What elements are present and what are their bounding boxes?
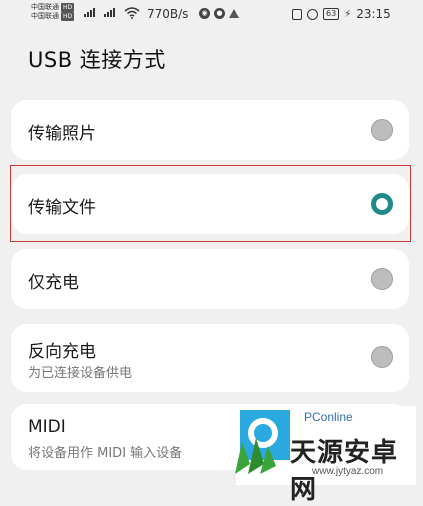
option-label: 反向充电	[28, 342, 96, 362]
hd-badge: HD	[61, 3, 75, 12]
android-logo	[235, 438, 276, 474]
charging-icon: ⚡	[344, 8, 352, 20]
option-subtitle: 将设备用作 MIDI 输入设备	[28, 446, 183, 461]
signal-icon	[84, 8, 95, 17]
watermark-url: www.jytyaz.com	[312, 466, 384, 477]
status-right: 63 ⚡ 23:15	[292, 7, 391, 21]
clock: 23:15	[356, 7, 391, 21]
notification-icons: ◉ ●	[199, 8, 239, 19]
radio-button[interactable]	[371, 119, 393, 141]
carrier-1: 中国联通	[31, 3, 59, 11]
option-label: MIDI	[28, 417, 66, 437]
hd-badge-2: HD	[61, 12, 75, 21]
carrier-2: 中国联通	[31, 12, 59, 20]
option-transfer-photos[interactable]: 传输照片	[11, 100, 409, 160]
radio-button[interactable]	[371, 346, 393, 368]
status-bar: 中国联通 HD 中国联通 HD 770B/s ◉ ● 63 ⚡ 23:15	[0, 0, 423, 34]
carrier-info: 中国联通 HD 中国联通 HD	[31, 3, 75, 21]
page-title: USB 连接方式	[28, 48, 166, 72]
option-charge-only[interactable]: 仅充电	[11, 249, 409, 309]
signal-icon-2	[104, 8, 115, 17]
option-reverse-charging[interactable]: 反向充电 为已连接设备供电	[11, 324, 409, 392]
warning-icon	[229, 9, 239, 18]
option-label: 传输照片	[28, 124, 96, 144]
wifi-icon	[124, 7, 140, 19]
watermark-pconline: PConline	[304, 410, 353, 424]
alarm-icon	[307, 8, 318, 20]
option-label: 仅充电	[28, 273, 79, 293]
app-notification-icon-2: ●	[214, 8, 225, 19]
highlight-box	[10, 165, 411, 242]
app-notification-icon: ◉	[199, 8, 210, 19]
radio-button[interactable]	[371, 268, 393, 290]
battery-icon: 63	[323, 8, 340, 20]
net-speed: 770B/s	[147, 7, 189, 21]
option-subtitle: 为已连接设备供电	[28, 366, 133, 381]
vibrate-icon	[292, 8, 302, 20]
